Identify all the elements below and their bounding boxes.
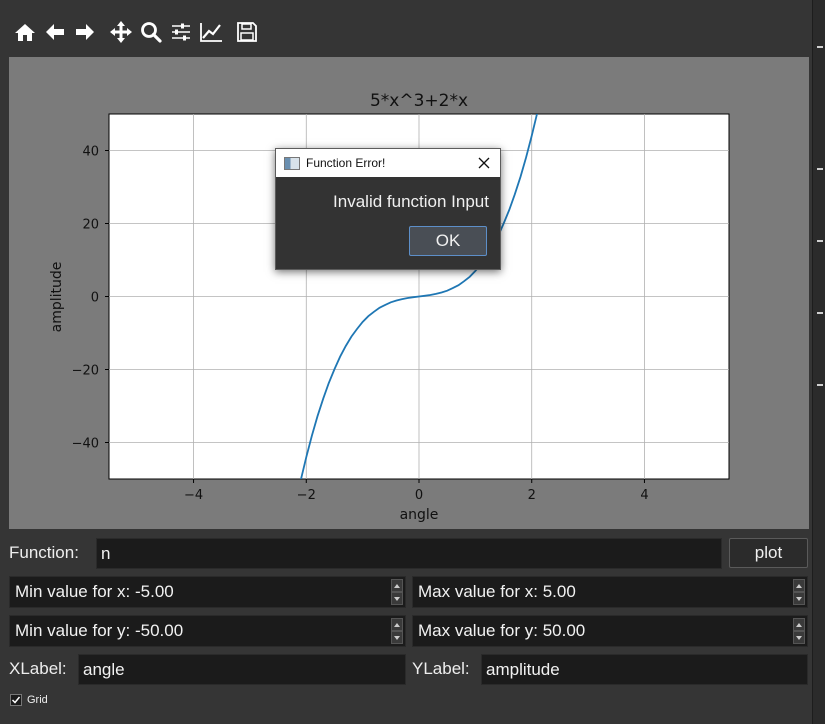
window-app-icon bbox=[284, 156, 300, 170]
ylabel-input[interactable]: amplitude bbox=[481, 654, 808, 685]
navigation-toolbar bbox=[10, 14, 262, 50]
configure-subplots-icon bbox=[172, 23, 190, 41]
checkmark-icon bbox=[11, 696, 21, 704]
y-tick-label: 20 bbox=[82, 218, 99, 233]
forward-arrow-icon bbox=[76, 24, 94, 40]
spin-down-icon[interactable] bbox=[391, 592, 403, 605]
ok-button[interactable]: OK bbox=[409, 226, 487, 256]
dialog-title: Function Error! bbox=[306, 156, 386, 170]
close-icon bbox=[478, 157, 490, 169]
forward-button[interactable] bbox=[70, 15, 100, 49]
min-x-spinbox[interactable]: Min value for x: -5.00 bbox=[9, 576, 406, 608]
home-icon bbox=[15, 24, 35, 41]
max-y-spinbox[interactable]: Max value for y: 50.00 bbox=[412, 615, 808, 647]
y-tick-label: −40 bbox=[72, 437, 99, 452]
spin-down-icon[interactable] bbox=[391, 631, 403, 644]
zoom-button[interactable] bbox=[136, 15, 166, 49]
spin-up-icon[interactable] bbox=[391, 579, 403, 592]
chart-title: 5*x^3+2*x bbox=[370, 91, 468, 111]
zoom-magnifier-icon bbox=[141, 22, 162, 43]
plot-button[interactable]: plot bbox=[729, 538, 808, 568]
min-y-value: Min value for y: -50.00 bbox=[15, 621, 184, 640]
spin-down-icon[interactable] bbox=[793, 631, 805, 644]
line-chart: −4 −2 0 2 4−40−2002040 5*x^3+2*x angle ampli… bbox=[49, 91, 730, 523]
edit-axes-icon bbox=[200, 23, 222, 42]
function-input[interactable]: n bbox=[96, 538, 722, 569]
save-floppy-icon bbox=[237, 22, 257, 42]
dialog-titlebar: Function Error! bbox=[276, 149, 500, 177]
pan-button[interactable] bbox=[106, 15, 136, 49]
background-window-edge bbox=[812, 0, 825, 724]
spin-up-icon[interactable] bbox=[391, 618, 403, 631]
max-x-value: Max value for x: 5.00 bbox=[418, 582, 576, 601]
x-tick-label: −4 bbox=[184, 488, 203, 503]
edit-axes-button[interactable] bbox=[196, 15, 226, 49]
min-y-spinbox[interactable]: Min value for y: -50.00 bbox=[9, 615, 406, 647]
max-x-spin-buttons bbox=[793, 579, 805, 605]
spin-up-icon[interactable] bbox=[793, 579, 805, 592]
y-tick-label: 0 bbox=[91, 291, 99, 306]
y-tick-label: 40 bbox=[82, 145, 99, 160]
grid-checkbox[interactable] bbox=[10, 694, 22, 706]
max-x-spinbox[interactable]: Max value for x: 5.00 bbox=[412, 576, 808, 608]
y-tick-label: −20 bbox=[72, 364, 99, 379]
back-arrow-icon bbox=[46, 24, 64, 40]
function-label: Function: bbox=[9, 543, 79, 562]
x-tick-label: 2 bbox=[528, 488, 536, 503]
home-button[interactable] bbox=[10, 15, 40, 49]
function-error-dialog: Function Error! Invalid function Input O… bbox=[275, 148, 501, 270]
spin-down-icon[interactable] bbox=[793, 592, 805, 605]
back-button[interactable] bbox=[40, 15, 70, 49]
min-x-spin-buttons bbox=[391, 579, 403, 605]
min-x-value: Min value for x: -5.00 bbox=[15, 582, 174, 601]
plot-figure[interactable]: −4 −2 0 2 4 −40 −20 0 20 40 5*x^3+2*x angle ampli… bbox=[9, 57, 809, 529]
dialog-message: Invalid function Input bbox=[333, 192, 489, 211]
y-axis-label: amplitude bbox=[49, 262, 65, 333]
configure-subplots-button[interactable] bbox=[166, 15, 196, 49]
x-axis-label: angle bbox=[400, 507, 439, 523]
x-tick-label: −2 bbox=[297, 488, 316, 503]
pan-move-icon bbox=[110, 21, 132, 43]
spin-up-icon[interactable] bbox=[793, 618, 805, 631]
max-y-value: Max value for y: 50.00 bbox=[418, 621, 586, 640]
x-tick-label: 4 bbox=[640, 488, 648, 503]
ylabel-label: YLabel: bbox=[412, 659, 470, 678]
grid-checkbox-label: Grid bbox=[27, 694, 48, 706]
xlabel-label: XLabel: bbox=[9, 659, 67, 678]
dialog-close-button[interactable] bbox=[474, 153, 494, 173]
save-button[interactable] bbox=[232, 15, 262, 49]
max-y-spin-buttons bbox=[793, 618, 805, 644]
min-y-spin-buttons bbox=[391, 618, 403, 644]
x-tick-label: 0 bbox=[415, 488, 423, 503]
xlabel-input[interactable]: angle bbox=[78, 654, 406, 685]
